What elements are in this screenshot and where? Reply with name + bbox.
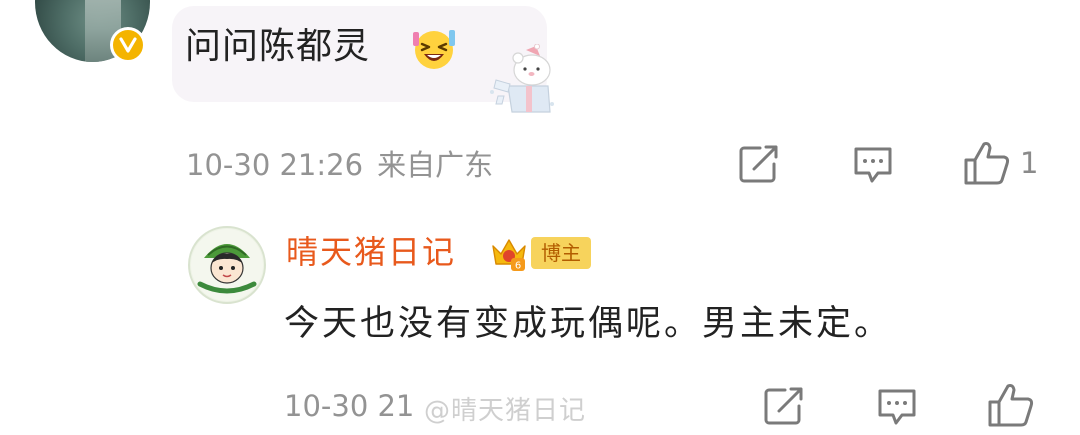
reply-share-button[interactable] — [763, 386, 805, 426]
share-icon — [764, 387, 803, 425]
grinning-squinting-emoji-icon — [413, 30, 455, 69]
like-count: 1 — [1020, 146, 1039, 180]
thumbs-up-icon — [964, 142, 1010, 185]
watermark-text: @晴天猪日记 — [424, 395, 587, 426]
bear-gift-box-sticker — [490, 44, 554, 113]
cartoon-avatar-icon — [191, 229, 263, 301]
comment-meta: 10-30 21:26 来自广东 — [186, 145, 493, 185]
comment-text: 问问陈都灵 — [185, 26, 371, 67]
share-button[interactable] — [738, 144, 780, 184]
comment-icon — [854, 147, 892, 183]
reply-author-avatar[interactable] — [188, 226, 266, 304]
share-icon — [739, 145, 778, 183]
svg-text:6: 6 — [515, 261, 521, 272]
watermark: @晴天猪日记 — [416, 388, 666, 428]
thumbs-up-icon — [988, 384, 1034, 427]
host-badge: 6 博主 — [489, 234, 591, 272]
comment-button[interactable] — [852, 145, 894, 185]
reply-timestamp: 10-30 21 — [284, 389, 415, 423]
crown-badge-icon: 6 — [492, 239, 526, 272]
reply-like-button[interactable] — [986, 382, 1036, 428]
reply-text: 今天也没有变成玩偶呢。男主未定。 — [284, 304, 893, 344]
verified-badge-icon — [110, 27, 146, 63]
comment-icon — [878, 389, 916, 425]
like-button[interactable]: 1 — [962, 140, 1038, 186]
comment-thread: 问问陈都灵 10-30 21:26 来自广东 1 晴天猪日记 6 博主 今天也没… — [0, 0, 1080, 435]
reply-author-name[interactable]: 晴天猪日记 — [286, 230, 456, 274]
reply-comment-button[interactable] — [876, 387, 918, 427]
comment-location: 来自广东 — [377, 148, 494, 182]
comment-timestamp: 10-30 21:26 — [186, 148, 364, 182]
host-badge-label: 博主 — [531, 237, 591, 269]
